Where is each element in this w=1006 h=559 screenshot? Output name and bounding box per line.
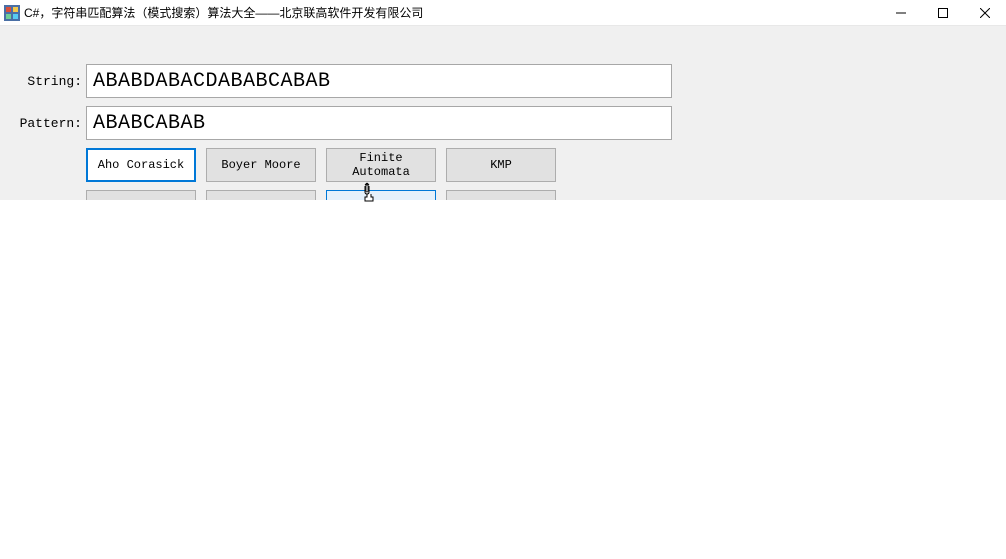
pattern-label: Pattern: <box>0 116 86 131</box>
client-area: String: Pattern: Aho Corasick Boyer Moor… <box>0 26 1006 200</box>
kmp-button[interactable]: KMP <box>446 148 556 182</box>
minimize-button[interactable] <box>880 0 922 26</box>
app-icon <box>4 5 20 21</box>
window-title: C#，字符串匹配算法（模式搜索）算法大全——北京联高软件开发有限公司 <box>24 4 880 21</box>
maximize-button[interactable] <box>922 0 964 26</box>
pattern-input[interactable] <box>86 106 672 140</box>
titlebar: C#，字符串匹配算法（模式搜索）算法大全——北京联高软件开发有限公司 <box>0 0 1006 26</box>
pattern-row: Pattern: <box>0 106 1006 140</box>
close-button[interactable] <box>964 0 1006 26</box>
string-input[interactable] <box>86 64 672 98</box>
boyer-moore-button[interactable]: Boyer Moore <box>206 148 316 182</box>
output-area <box>0 200 1006 559</box>
aho-corasick-button[interactable]: Aho Corasick <box>86 148 196 182</box>
finite-automata-button[interactable]: Finite Automata <box>326 148 436 182</box>
window-controls <box>880 0 1006 25</box>
string-row: String: <box>0 64 1006 98</box>
string-label: String: <box>0 74 86 89</box>
